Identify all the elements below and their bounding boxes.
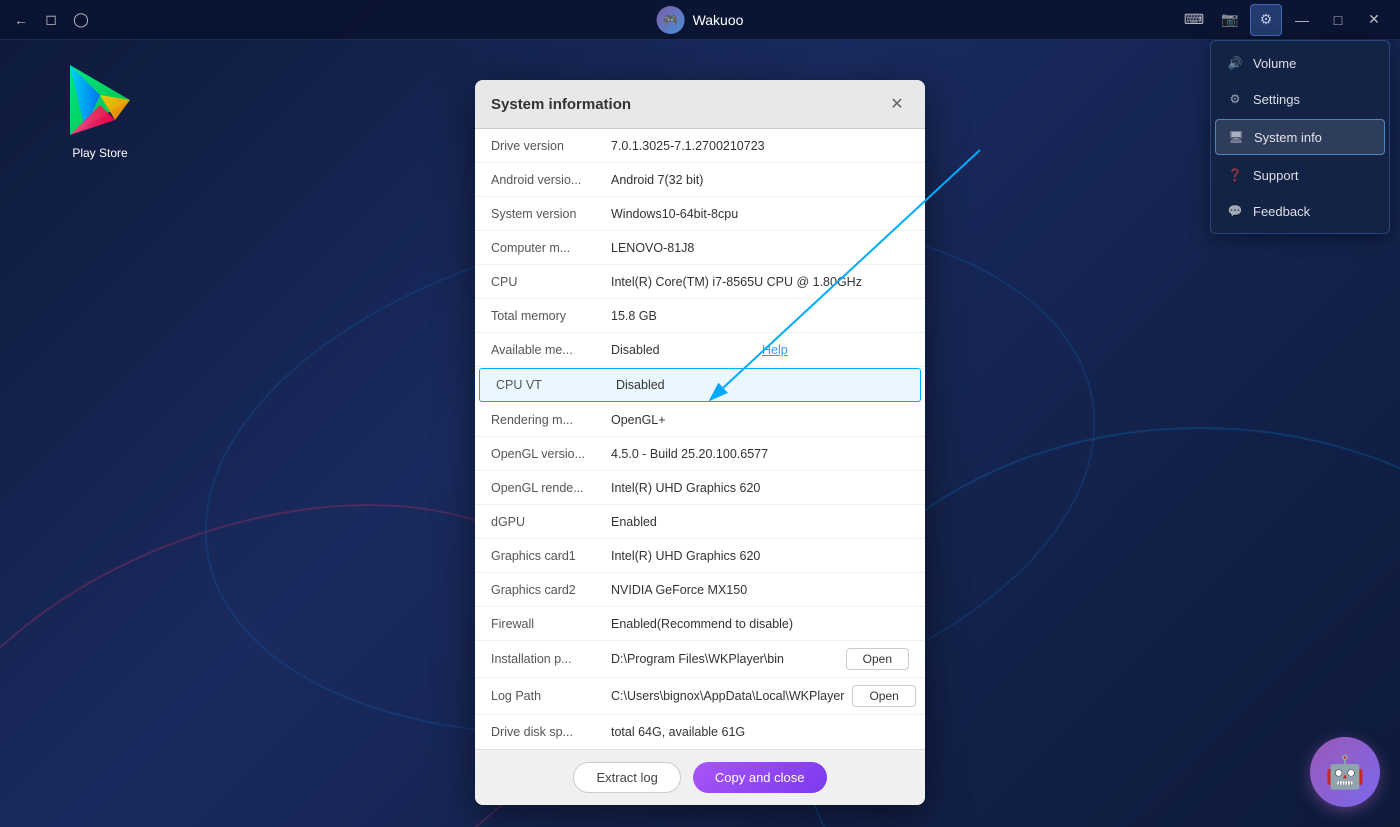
dropdown-item-system-info-label: System info — [1254, 130, 1322, 145]
info-value-cpu_vt: Disabled — [616, 378, 904, 392]
info-row-cpu_vt: CPU VTDisabled — [479, 368, 921, 402]
info-row-graphics_card1: Graphics card1Intel(R) UHD Graphics 620 — [475, 539, 925, 573]
info-row-log_path: Log PathC:\Users\bignox\AppData\Local\WK… — [475, 678, 925, 715]
info-value-log_path: C:\Users\bignox\AppData\Local\WKPlayer — [611, 689, 844, 703]
info-link-available_memory[interactable]: Help — [762, 343, 909, 357]
open-button-installation_path[interactable]: Open — [846, 648, 909, 670]
dropdown-item-settings-label: Settings — [1253, 92, 1300, 107]
dropdown-item-feedback[interactable]: 💬 Feedback — [1211, 193, 1389, 229]
dialog-body: Drive version7.0.1.3025-7.1.2700210723An… — [475, 129, 925, 749]
info-label-computer_model: Computer m... — [491, 241, 611, 255]
copy-and-close-button[interactable]: Copy and close — [693, 762, 827, 793]
support-icon: ❓ — [1227, 167, 1243, 183]
info-label-opengl_renderer: OpenGL rende... — [491, 481, 611, 495]
info-row-graphics_card2: Graphics card2NVIDIA GeForce MX150 — [475, 573, 925, 607]
info-value-available_memory: Disabled — [611, 343, 758, 357]
info-label-dgpu: dGPU — [491, 515, 611, 529]
dropdown-item-feedback-label: Feedback — [1253, 204, 1310, 219]
info-label-installation_path: Installation p... — [491, 652, 611, 666]
info-label-opengl_version: OpenGL versio... — [491, 447, 611, 461]
info-row-installation_path: Installation p...D:\Program Files\WKPlay… — [475, 641, 925, 678]
info-label-available_memory: Available me... — [491, 343, 611, 357]
info-row-available_memory: Available me...Disabled Help — [475, 333, 925, 367]
info-label-log_path: Log Path — [491, 689, 611, 703]
info-label-drive_version: Drive version — [491, 139, 611, 153]
dropdown-menu: 🔊 Volume ⚙ Settings 🖥 System info ❓ Supp… — [1210, 40, 1390, 234]
dialog-header: System information ✕ — [475, 80, 925, 129]
info-label-cpu_vt: CPU VT — [496, 378, 616, 392]
extract-log-button[interactable]: Extract log — [573, 762, 680, 793]
info-value-total_memory: 15.8 GB — [611, 309, 909, 323]
info-row-rendering_mode: Rendering m...OpenGL+ — [475, 403, 925, 437]
info-row-opengl_renderer: OpenGL rende...Intel(R) UHD Graphics 620 — [475, 471, 925, 505]
info-value-drive_version: 7.0.1.3025-7.1.2700210723 — [611, 139, 909, 153]
info-value-graphics_card2: NVIDIA GeForce MX150 — [611, 583, 909, 597]
info-value-dgpu: Enabled — [611, 515, 909, 529]
feedback-icon: 💬 — [1227, 203, 1243, 219]
system-info-icon: 🖥 — [1228, 129, 1244, 145]
info-row-computer_model: Computer m...LENOVO-81J8 — [475, 231, 925, 265]
dropdown-item-support[interactable]: ❓ Support — [1211, 157, 1389, 193]
open-button-log_path[interactable]: Open — [852, 685, 915, 707]
info-value-rendering_mode: OpenGL+ — [611, 413, 909, 427]
info-label-drive_disk_space: Drive disk sp... — [491, 725, 611, 739]
info-value-opengl_renderer: Intel(R) UHD Graphics 620 — [611, 481, 909, 495]
dialog-overlay: System information ✕ Drive version7.0.1.… — [0, 0, 1400, 827]
info-row-opengl_version: OpenGL versio...4.5.0 - Build 25.20.100.… — [475, 437, 925, 471]
system-info-dialog: System information ✕ Drive version7.0.1.… — [475, 80, 925, 805]
dialog-footer: Extract log Copy and close — [475, 749, 925, 805]
info-row-system_version: System versionWindows10-64bit-8cpu — [475, 197, 925, 231]
info-row-android_version: Android versio...Android 7(32 bit) — [475, 163, 925, 197]
info-label-system_version: System version — [491, 207, 611, 221]
dropdown-item-volume[interactable]: 🔊 Volume — [1211, 45, 1389, 81]
info-value-firewall: Enabled(Recommend to disable) — [611, 617, 909, 631]
dropdown-item-support-label: Support — [1253, 168, 1299, 183]
info-label-firewall: Firewall — [491, 617, 611, 631]
dialog-title: System information — [491, 96, 631, 113]
info-label-cpu: CPU — [491, 275, 611, 289]
info-label-graphics_card1: Graphics card1 — [491, 549, 611, 563]
volume-icon: 🔊 — [1227, 55, 1243, 71]
info-row-total_memory: Total memory15.8 GB — [475, 299, 925, 333]
info-value-cpu: Intel(R) Core(TM) i7-8565U CPU @ 1.80GHz — [611, 275, 909, 289]
info-row-dgpu: dGPUEnabled — [475, 505, 925, 539]
info-value-android_version: Android 7(32 bit) — [611, 173, 909, 187]
dialog-close-button[interactable]: ✕ — [885, 92, 909, 116]
info-row-cpu: CPUIntel(R) Core(TM) i7-8565U CPU @ 1.80… — [475, 265, 925, 299]
info-value-installation_path: D:\Program Files\WKPlayer\bin — [611, 652, 838, 666]
info-value-opengl_version: 4.5.0 - Build 25.20.100.6577 — [611, 447, 909, 461]
info-label-graphics_card2: Graphics card2 — [491, 583, 611, 597]
info-label-rendering_mode: Rendering m... — [491, 413, 611, 427]
dropdown-item-volume-label: Volume — [1253, 56, 1296, 71]
info-value-graphics_card1: Intel(R) UHD Graphics 620 — [611, 549, 909, 563]
info-value-system_version: Windows10-64bit-8cpu — [611, 207, 909, 221]
info-row-firewall: FirewallEnabled(Recommend to disable) — [475, 607, 925, 641]
dropdown-item-settings[interactable]: ⚙ Settings — [1211, 81, 1389, 117]
dropdown-item-system-info[interactable]: 🖥 System info — [1215, 119, 1385, 155]
info-value-computer_model: LENOVO-81J8 — [611, 241, 909, 255]
info-value-drive_disk_space: total 64G, available 61G — [611, 725, 909, 739]
info-label-android_version: Android versio... — [491, 173, 611, 187]
settings-menu-icon: ⚙ — [1227, 91, 1243, 107]
info-row-drive_version: Drive version7.0.1.3025-7.1.2700210723 — [475, 129, 925, 163]
info-label-total_memory: Total memory — [491, 309, 611, 323]
info-row-drive_disk_space: Drive disk sp...total 64G, available 61G — [475, 715, 925, 749]
